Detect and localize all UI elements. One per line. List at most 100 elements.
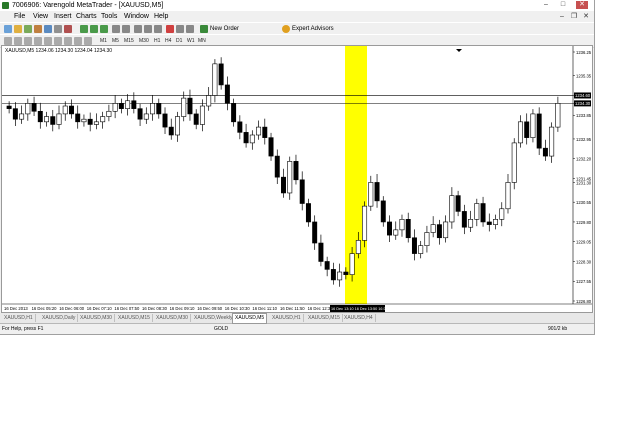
- tab-xauusd-h1-2[interactable]: XAUUSD,H1: [270, 314, 304, 322]
- crosshair-icon[interactable]: [14, 37, 22, 45]
- candle-body: [81, 118, 87, 123]
- fibonacci-icon[interactable]: [64, 37, 72, 45]
- trendline-icon[interactable]: [44, 37, 52, 45]
- zoom-in-icon[interactable]: [112, 25, 120, 33]
- time-label: 16 Dec 11:10: [252, 306, 277, 311]
- menu-file[interactable]: File: [14, 13, 25, 21]
- tab-xauusd-weekly[interactable]: XAUUSD,Weekly: [192, 314, 236, 322]
- candle-body: [125, 100, 131, 109]
- new-chart-icon[interactable]: [4, 25, 12, 33]
- autoscroll-icon[interactable]: [144, 25, 152, 33]
- periods-icon[interactable]: [176, 25, 184, 33]
- bar-chart-icon[interactable]: [80, 25, 88, 33]
- horizontal-line-icon[interactable]: [34, 37, 42, 45]
- child-close-icon[interactable]: ✕: [580, 13, 592, 21]
- price-chart[interactable]: 1236.25 1235.35 1234.60 1234.30 1233.85 1232.…: [2, 46, 592, 312]
- candle-body: [399, 219, 405, 231]
- arrows-icon[interactable]: [84, 37, 92, 45]
- menu-window[interactable]: Window: [124, 13, 149, 21]
- candle-body: [542, 147, 548, 157]
- candle-body: [305, 203, 311, 223]
- candle-body: [443, 221, 449, 239]
- new-order-button[interactable]: New Order: [210, 25, 239, 33]
- tab-xauusd-m30[interactable]: XAUUSD,M30: [78, 314, 115, 322]
- expert-advisors-button[interactable]: Expert Advisors: [292, 25, 334, 33]
- zoom-out-icon[interactable]: [122, 25, 130, 33]
- channel-icon[interactable]: [54, 37, 62, 45]
- price-marker-label: 1234.60: [575, 93, 591, 98]
- candle-body: [256, 126, 262, 136]
- time-label: 16 Dec 06:00: [59, 306, 85, 311]
- timeframe-d1[interactable]: D1: [176, 37, 182, 45]
- menu-help[interactable]: Help: [154, 13, 168, 21]
- text-icon[interactable]: [74, 37, 82, 45]
- vertical-line-icon[interactable]: [24, 37, 32, 45]
- templates-icon[interactable]: [186, 25, 194, 33]
- candle-body: [143, 113, 149, 120]
- timeframe-h4[interactable]: H4: [165, 37, 171, 45]
- candle-body: [243, 132, 249, 144]
- timeframe-m15[interactable]: M15: [124, 37, 134, 45]
- status-bar: For Help, press F1 GOLD 901/2 kb: [0, 324, 594, 334]
- tab-xauusd-m30-2[interactable]: XAUUSD,M30: [154, 314, 191, 322]
- price-label: 1231.30: [576, 180, 592, 185]
- time-label: 16 Dec 07:50: [114, 306, 140, 311]
- candle-body: [324, 261, 330, 270]
- child-restore-icon[interactable]: ❐: [568, 13, 580, 21]
- candle-body: [424, 232, 430, 246]
- candle-body: [393, 229, 399, 236]
- tab-xauusd-h4[interactable]: XAUUSD,H4: [342, 314, 376, 322]
- timeframe-m1[interactable]: M1: [100, 37, 107, 45]
- data-window-icon[interactable]: [34, 25, 42, 33]
- candle-body: [6, 105, 12, 109]
- candle-body: [68, 105, 74, 115]
- indicators-icon[interactable]: [166, 25, 174, 33]
- candle-body: [343, 271, 349, 275]
- child-minimize-icon[interactable]: –: [556, 13, 568, 21]
- tab-xauusd-m15[interactable]: XAUUSD,M15: [116, 314, 153, 322]
- candle-body: [112, 103, 118, 112]
- maximize-icon[interactable]: □: [557, 1, 569, 9]
- profiles-icon[interactable]: [14, 25, 22, 33]
- timeframe-mn[interactable]: MN: [198, 37, 206, 45]
- terminal-icon[interactable]: [54, 25, 62, 33]
- close-icon[interactable]: ✕: [576, 1, 588, 9]
- time-label: 16 Dec 09:50: [197, 306, 223, 311]
- strategy-tester-icon[interactable]: [64, 25, 72, 33]
- menu-view[interactable]: View: [33, 13, 48, 21]
- menu-charts[interactable]: Charts: [76, 13, 97, 21]
- timeframe-m30[interactable]: M30: [139, 37, 149, 45]
- candle-body: [175, 116, 180, 136]
- menu-tools[interactable]: Tools: [101, 13, 117, 21]
- timeframe-w1[interactable]: W1: [187, 37, 195, 45]
- app-window: 7006906: Varengold MetaTrader - [XAUUSD,…: [0, 0, 595, 335]
- new-order-icon[interactable]: [200, 25, 208, 33]
- market-watch-icon[interactable]: [24, 25, 32, 33]
- candle-body: [299, 179, 305, 204]
- candle-body: [455, 195, 461, 212]
- candle-body: [287, 161, 293, 194]
- line-chart-icon[interactable]: [100, 25, 108, 33]
- candlesticks-icon[interactable]: [90, 25, 98, 33]
- candle-body: [511, 142, 517, 183]
- time-label: 16 Dec 07:10: [87, 306, 113, 311]
- price-label: 1227.55: [576, 279, 592, 284]
- tab-xauusd-m5[interactable]: XAUUSD,M5: [232, 313, 268, 324]
- cursor-icon[interactable]: [4, 37, 12, 45]
- tab-xauusd-daily[interactable]: XAUUSD,Daily: [40, 314, 79, 322]
- chart-shift-icon[interactable]: [154, 25, 162, 33]
- candle-body: [187, 97, 193, 115]
- tile-windows-icon[interactable]: [134, 25, 142, 33]
- status-profile: GOLD: [214, 326, 229, 332]
- tab-xauusd-h1[interactable]: XAUUSD,H1: [2, 314, 36, 322]
- expert-advisors-icon[interactable]: [282, 25, 290, 33]
- candle-body: [337, 271, 343, 281]
- tab-xauusd-m15-2[interactable]: XAUUSD,M15: [306, 314, 343, 322]
- candle-body: [37, 110, 43, 123]
- timeframe-m5[interactable]: M5: [112, 37, 119, 45]
- timeframe-h1[interactable]: H1: [154, 37, 160, 45]
- menu-insert[interactable]: Insert: [54, 13, 72, 21]
- minimize-icon[interactable]: –: [540, 1, 552, 9]
- navigator-icon[interactable]: [44, 25, 52, 33]
- chart-window[interactable]: 1236.25 1235.35 1234.60 1234.30 1233.85 1232.…: [1, 45, 593, 313]
